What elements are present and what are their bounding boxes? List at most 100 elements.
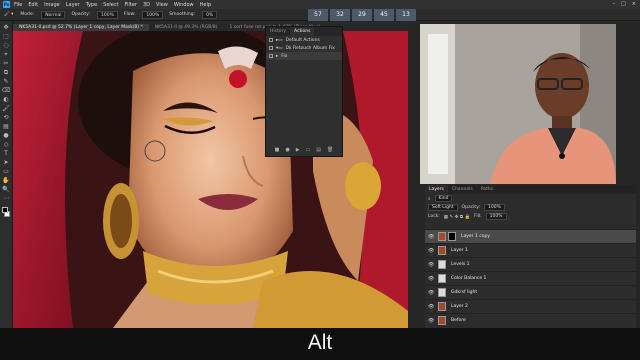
stop-icon[interactable]: ■ [275, 147, 280, 153]
menu-image[interactable]: Image [44, 2, 60, 8]
doc-tab-active[interactable]: NK5A31-ll.psd @ 52.7% (Layer 1 copy, Lay… [13, 24, 149, 31]
layer-mask-thumbnail[interactable] [448, 232, 456, 241]
tab-history[interactable]: History [266, 29, 290, 34]
blur-tool-icon[interactable]: ● [2, 132, 11, 140]
history-brush-tool-icon[interactable]: ⟲ [2, 114, 11, 122]
action-label: Fix [281, 53, 288, 59]
maximize-icon[interactable]: □ [621, 1, 626, 7]
new-action-icon[interactable]: ▤ [316, 147, 321, 153]
window-controls: – □ × [613, 1, 636, 7]
menu-bar: Ps File Edit Image Layer Type Select Fil… [0, 0, 640, 9]
layer-row[interactable]: 👁 Before [425, 313, 636, 327]
brush-preset-icon[interactable]: 🖌 ▾ [4, 12, 13, 17]
lock-icons[interactable]: ▦ ✎ ✥ ⧉ 🔒 [444, 214, 470, 220]
layer-row[interactable]: 👁 Gdkrsf light [425, 285, 636, 299]
tab-actions[interactable]: Actions [290, 27, 315, 36]
opacity-label: Opacity: [71, 12, 90, 17]
layer-filter-row: ⌕ Kind [425, 194, 636, 203]
menu-3d[interactable]: 3D [143, 2, 150, 8]
eye-icon[interactable]: 👁 [428, 304, 434, 310]
pen-tool-icon[interactable]: ◇ [2, 141, 11, 149]
stat-value: 29 [358, 11, 366, 18]
menu-select[interactable]: Select [103, 2, 118, 8]
hand-tool-icon[interactable]: ✋ [2, 177, 11, 185]
adjustment-thumbnail [438, 260, 446, 269]
frame-tool-icon[interactable]: ⧉ [2, 69, 11, 77]
lasso-tool-icon[interactable]: ◌ [2, 42, 11, 50]
fill-label: Fill: [474, 214, 482, 219]
minimize-icon[interactable]: – [613, 1, 616, 7]
folder-icon: ▾▭ [276, 45, 283, 51]
action-row[interactable]: ▸ Fix [266, 52, 342, 60]
action-set-row[interactable]: ▾▭ Dk Retouch Album Fix [266, 44, 342, 52]
foreground-color-swatch[interactable] [2, 207, 8, 213]
layer-row[interactable]: 👁 Levels 1 [425, 257, 636, 271]
layers-panel: Layers Channels Paths ⌕ Kind Soft Light … [425, 185, 636, 328]
type-tool-icon[interactable]: T [2, 150, 11, 158]
presenter-video-image [420, 24, 616, 184]
eye-icon[interactable]: 👁 [428, 276, 434, 282]
shape-tool-icon[interactable]: ▭ [2, 168, 11, 176]
menu-window[interactable]: Window [174, 2, 194, 8]
quick-select-tool-icon[interactable]: ⌖ [2, 51, 11, 59]
checkbox-icon[interactable] [269, 38, 273, 42]
crop-tool-icon[interactable]: ✂ [2, 60, 11, 68]
record-icon[interactable]: ● [285, 147, 289, 153]
menu-edit[interactable]: Edit [28, 2, 38, 8]
layer-row[interactable]: 👁 Layer 1 [425, 243, 636, 257]
zoom-tool-icon[interactable]: 🔍 [2, 186, 11, 194]
flow-field[interactable]: 100% [142, 10, 164, 19]
layer-row[interactable]: 👁 Layer 2 [425, 299, 636, 313]
menu-filter[interactable]: Filter [125, 2, 137, 8]
tab-channels[interactable]: Channels [448, 187, 477, 192]
layer-fill-field[interactable]: 100% [485, 213, 507, 220]
blend-mode-select[interactable]: Soft Light [428, 204, 458, 211]
eye-icon[interactable]: 👁 [428, 290, 434, 296]
layer-name: Layer 2 [451, 304, 468, 309]
eye-icon[interactable]: 👁 [428, 234, 434, 240]
doc-tab[interactable]: NK5A31-ll @ 49.3% (RGB/8) [149, 24, 224, 31]
delete-icon[interactable]: 🗑 [327, 147, 333, 153]
move-tool-icon[interactable]: ✥ [2, 24, 11, 32]
dodge-tool-icon[interactable]: ◐ [2, 96, 11, 104]
checkbox-icon[interactable] [269, 54, 273, 58]
opacity-field[interactable]: 100% [96, 10, 118, 19]
healing-tool-icon[interactable]: ⌫ [2, 87, 11, 95]
layer-row[interactable]: 👁 Color Balance 1 [425, 271, 636, 285]
tools-panel: ✥ ⬚ ◌ ⌖ ✂ ⧉ ✎ ⌫ ◐ 🖌 ⟲ ▤ ● ◇ T ➤ ▭ ✋ 🔍 ⋯ [0, 21, 13, 328]
checkbox-icon[interactable] [269, 46, 273, 50]
brush-tool-icon[interactable]: 🖌 [2, 105, 11, 113]
expand-icon: ▸ [276, 53, 279, 59]
menu-type[interactable]: Type [86, 2, 97, 8]
menu-file[interactable]: File [14, 2, 22, 8]
play-icon[interactable]: ▶ [296, 147, 300, 153]
eye-icon[interactable]: 👁 [428, 248, 434, 254]
marquee-tool-icon[interactable]: ⬚ [2, 33, 11, 41]
menu-view[interactable]: View [156, 2, 168, 8]
mode-select[interactable]: Normal [41, 10, 66, 19]
action-set-row[interactable]: ▸▭ Default Actions [266, 36, 342, 44]
layer-name: Layer 1 [451, 248, 468, 253]
layer-thumbnail [438, 232, 446, 241]
tab-layers[interactable]: Layers [425, 185, 448, 194]
new-set-icon[interactable]: ▭ [306, 147, 311, 153]
layer-opacity-field[interactable]: 100% [484, 204, 505, 211]
eye-icon[interactable]: 👁 [428, 262, 434, 268]
eye-icon[interactable]: 👁 [428, 318, 434, 324]
search-icon: ⌕ [428, 196, 431, 202]
path-select-tool-icon[interactable]: ➤ [2, 159, 11, 167]
close-icon[interactable]: × [632, 1, 636, 7]
tab-paths[interactable]: Paths [477, 187, 497, 192]
more-tools-icon[interactable]: ⋯ [2, 195, 11, 203]
menu-layer[interactable]: Layer [66, 2, 80, 8]
gradient-tool-icon[interactable]: ▤ [2, 123, 11, 131]
smoothing-field[interactable]: 0% [202, 10, 218, 19]
action-set-label: Dk Retouch Album Fix [285, 45, 335, 51]
kind-filter-select[interactable]: Kind [434, 195, 453, 202]
action-set-label: Default Actions [285, 37, 320, 43]
document-canvas[interactable] [13, 31, 408, 328]
layer-row[interactable]: 👁 Layer 1 copy [425, 229, 636, 243]
menu-help[interactable]: Help [200, 2, 211, 8]
eyedropper-tool-icon[interactable]: ✎ [2, 78, 11, 86]
video-caption: Alt [0, 328, 640, 360]
